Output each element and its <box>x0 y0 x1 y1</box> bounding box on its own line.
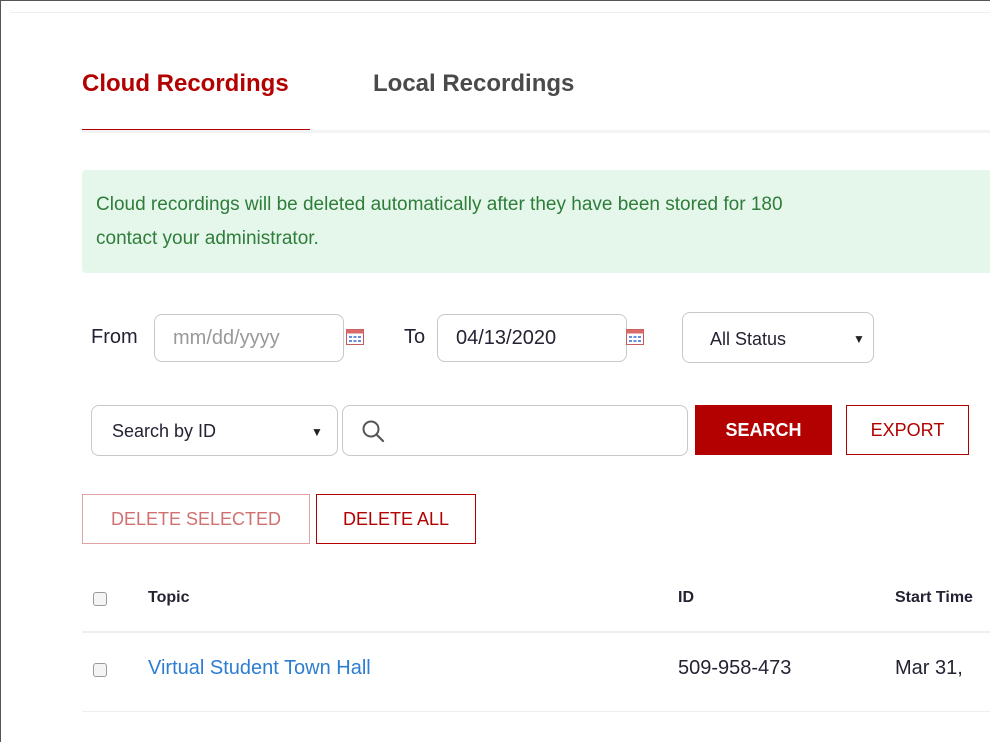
search-type-value: Search by ID <box>112 421 217 441</box>
caret-down-icon: ▼ <box>311 425 323 439</box>
search-button[interactable]: SEARCH <box>695 405 832 455</box>
recording-id: 509-958-473 <box>678 657 792 679</box>
caret-down-icon: ▼ <box>853 332 865 346</box>
retention-notice: Cloud recordings will be deleted automat… <box>82 170 990 273</box>
recording-topic-link[interactable]: Virtual Student Town Hall <box>148 657 371 680</box>
notice-text: Cloud recordings will be deleted automat… <box>96 188 990 256</box>
from-date-placeholder: mm/dd/yyyy <box>173 327 280 349</box>
notice-line-2: contact your administrator. <box>96 228 319 249</box>
table-header-divider <box>82 631 990 633</box>
search-icon <box>362 420 385 443</box>
column-header-topic[interactable]: Topic <box>148 589 189 607</box>
status-select-value: All Status <box>710 329 787 349</box>
to-date-field[interactable]: 04/13/2020 <box>437 314 627 362</box>
notice-line-1: Cloud recordings will be deleted automat… <box>96 194 783 215</box>
search-type-select[interactable]: Search by ID ▼ <box>91 405 338 456</box>
recordings-tabs: Cloud Recordings Local Recordings <box>82 60 990 134</box>
calendar-icon[interactable] <box>346 329 364 345</box>
tabs-divider <box>82 130 990 133</box>
delete-selected-button[interactable]: DELETE SELECTED <box>82 494 310 544</box>
table-row-divider <box>82 711 990 712</box>
column-header-id[interactable]: ID <box>678 589 694 607</box>
column-header-start-time[interactable]: Start Time <box>895 589 973 607</box>
from-label: From <box>91 326 138 348</box>
recording-start-time: Mar 31, <box>895 657 963 679</box>
delete-all-button[interactable]: DELETE ALL <box>316 494 476 544</box>
calendar-icon[interactable] <box>626 329 644 345</box>
tab-cloud-recordings[interactable]: Cloud Recordings <box>82 70 289 98</box>
export-button[interactable]: EXPORT <box>846 405 969 455</box>
to-label: To <box>404 326 426 348</box>
from-date-field[interactable]: mm/dd/yyyy <box>154 314 344 362</box>
tab-local-recordings[interactable]: Local Recordings <box>373 70 574 98</box>
row-checkbox[interactable] <box>93 663 107 677</box>
to-date-value: 04/13/2020 <box>456 327 557 349</box>
status-select[interactable]: All Status ▼ <box>682 312 874 363</box>
select-all-checkbox[interactable] <box>93 592 107 606</box>
search-input[interactable] <box>342 405 688 456</box>
top-divider <box>10 12 990 13</box>
